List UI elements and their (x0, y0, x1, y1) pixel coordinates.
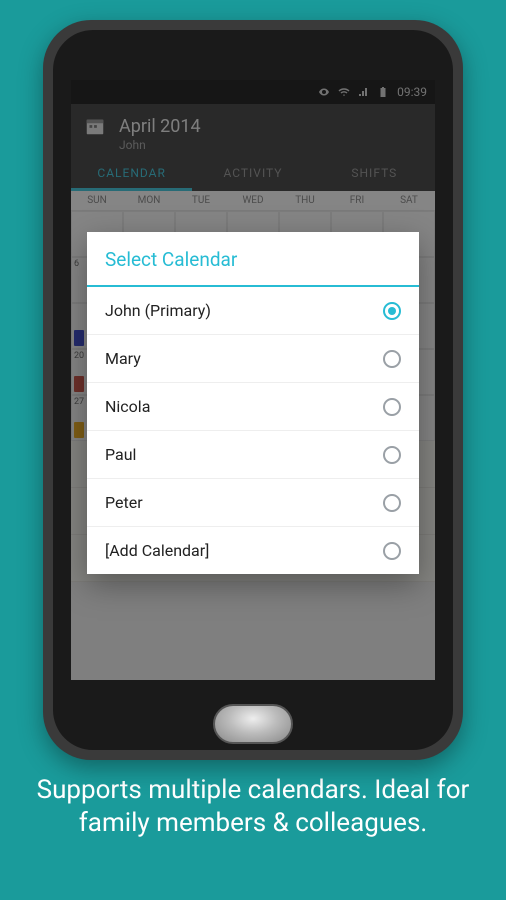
radio-icon (383, 542, 401, 560)
calendar-option-paul[interactable]: Paul (87, 431, 419, 479)
radio-icon (383, 398, 401, 416)
calendar-option-john[interactable]: John (Primary) (87, 287, 419, 335)
screen: 09:39 April 2014 John CALENDAR ACTIVITY … (71, 80, 435, 680)
option-label: John (Primary) (105, 301, 211, 320)
calendar-option-mary[interactable]: Mary (87, 335, 419, 383)
calendar-option-nicola[interactable]: Nicola (87, 383, 419, 431)
radio-icon (383, 446, 401, 464)
calendar-option-add[interactable]: [Add Calendar] (87, 527, 419, 574)
home-button[interactable] (213, 704, 293, 744)
option-label: Mary (105, 349, 141, 368)
radio-icon (383, 302, 401, 320)
dialog-title: Select Calendar (87, 232, 419, 287)
radio-icon (383, 350, 401, 368)
radio-icon (383, 494, 401, 512)
marketing-caption: Supports multiple calendars. Ideal for f… (0, 760, 506, 839)
calendar-option-peter[interactable]: Peter (87, 479, 419, 527)
phone-inner: 09:39 April 2014 John CALENDAR ACTIVITY … (53, 30, 453, 750)
option-label: Paul (105, 445, 136, 464)
option-label: Peter (105, 493, 143, 512)
select-calendar-dialog: Select Calendar John (Primary) Mary Nico… (87, 232, 419, 574)
option-label: Nicola (105, 397, 150, 416)
phone-frame: SAMSUNG 09:39 (43, 20, 463, 760)
option-label: [Add Calendar] (105, 541, 209, 560)
